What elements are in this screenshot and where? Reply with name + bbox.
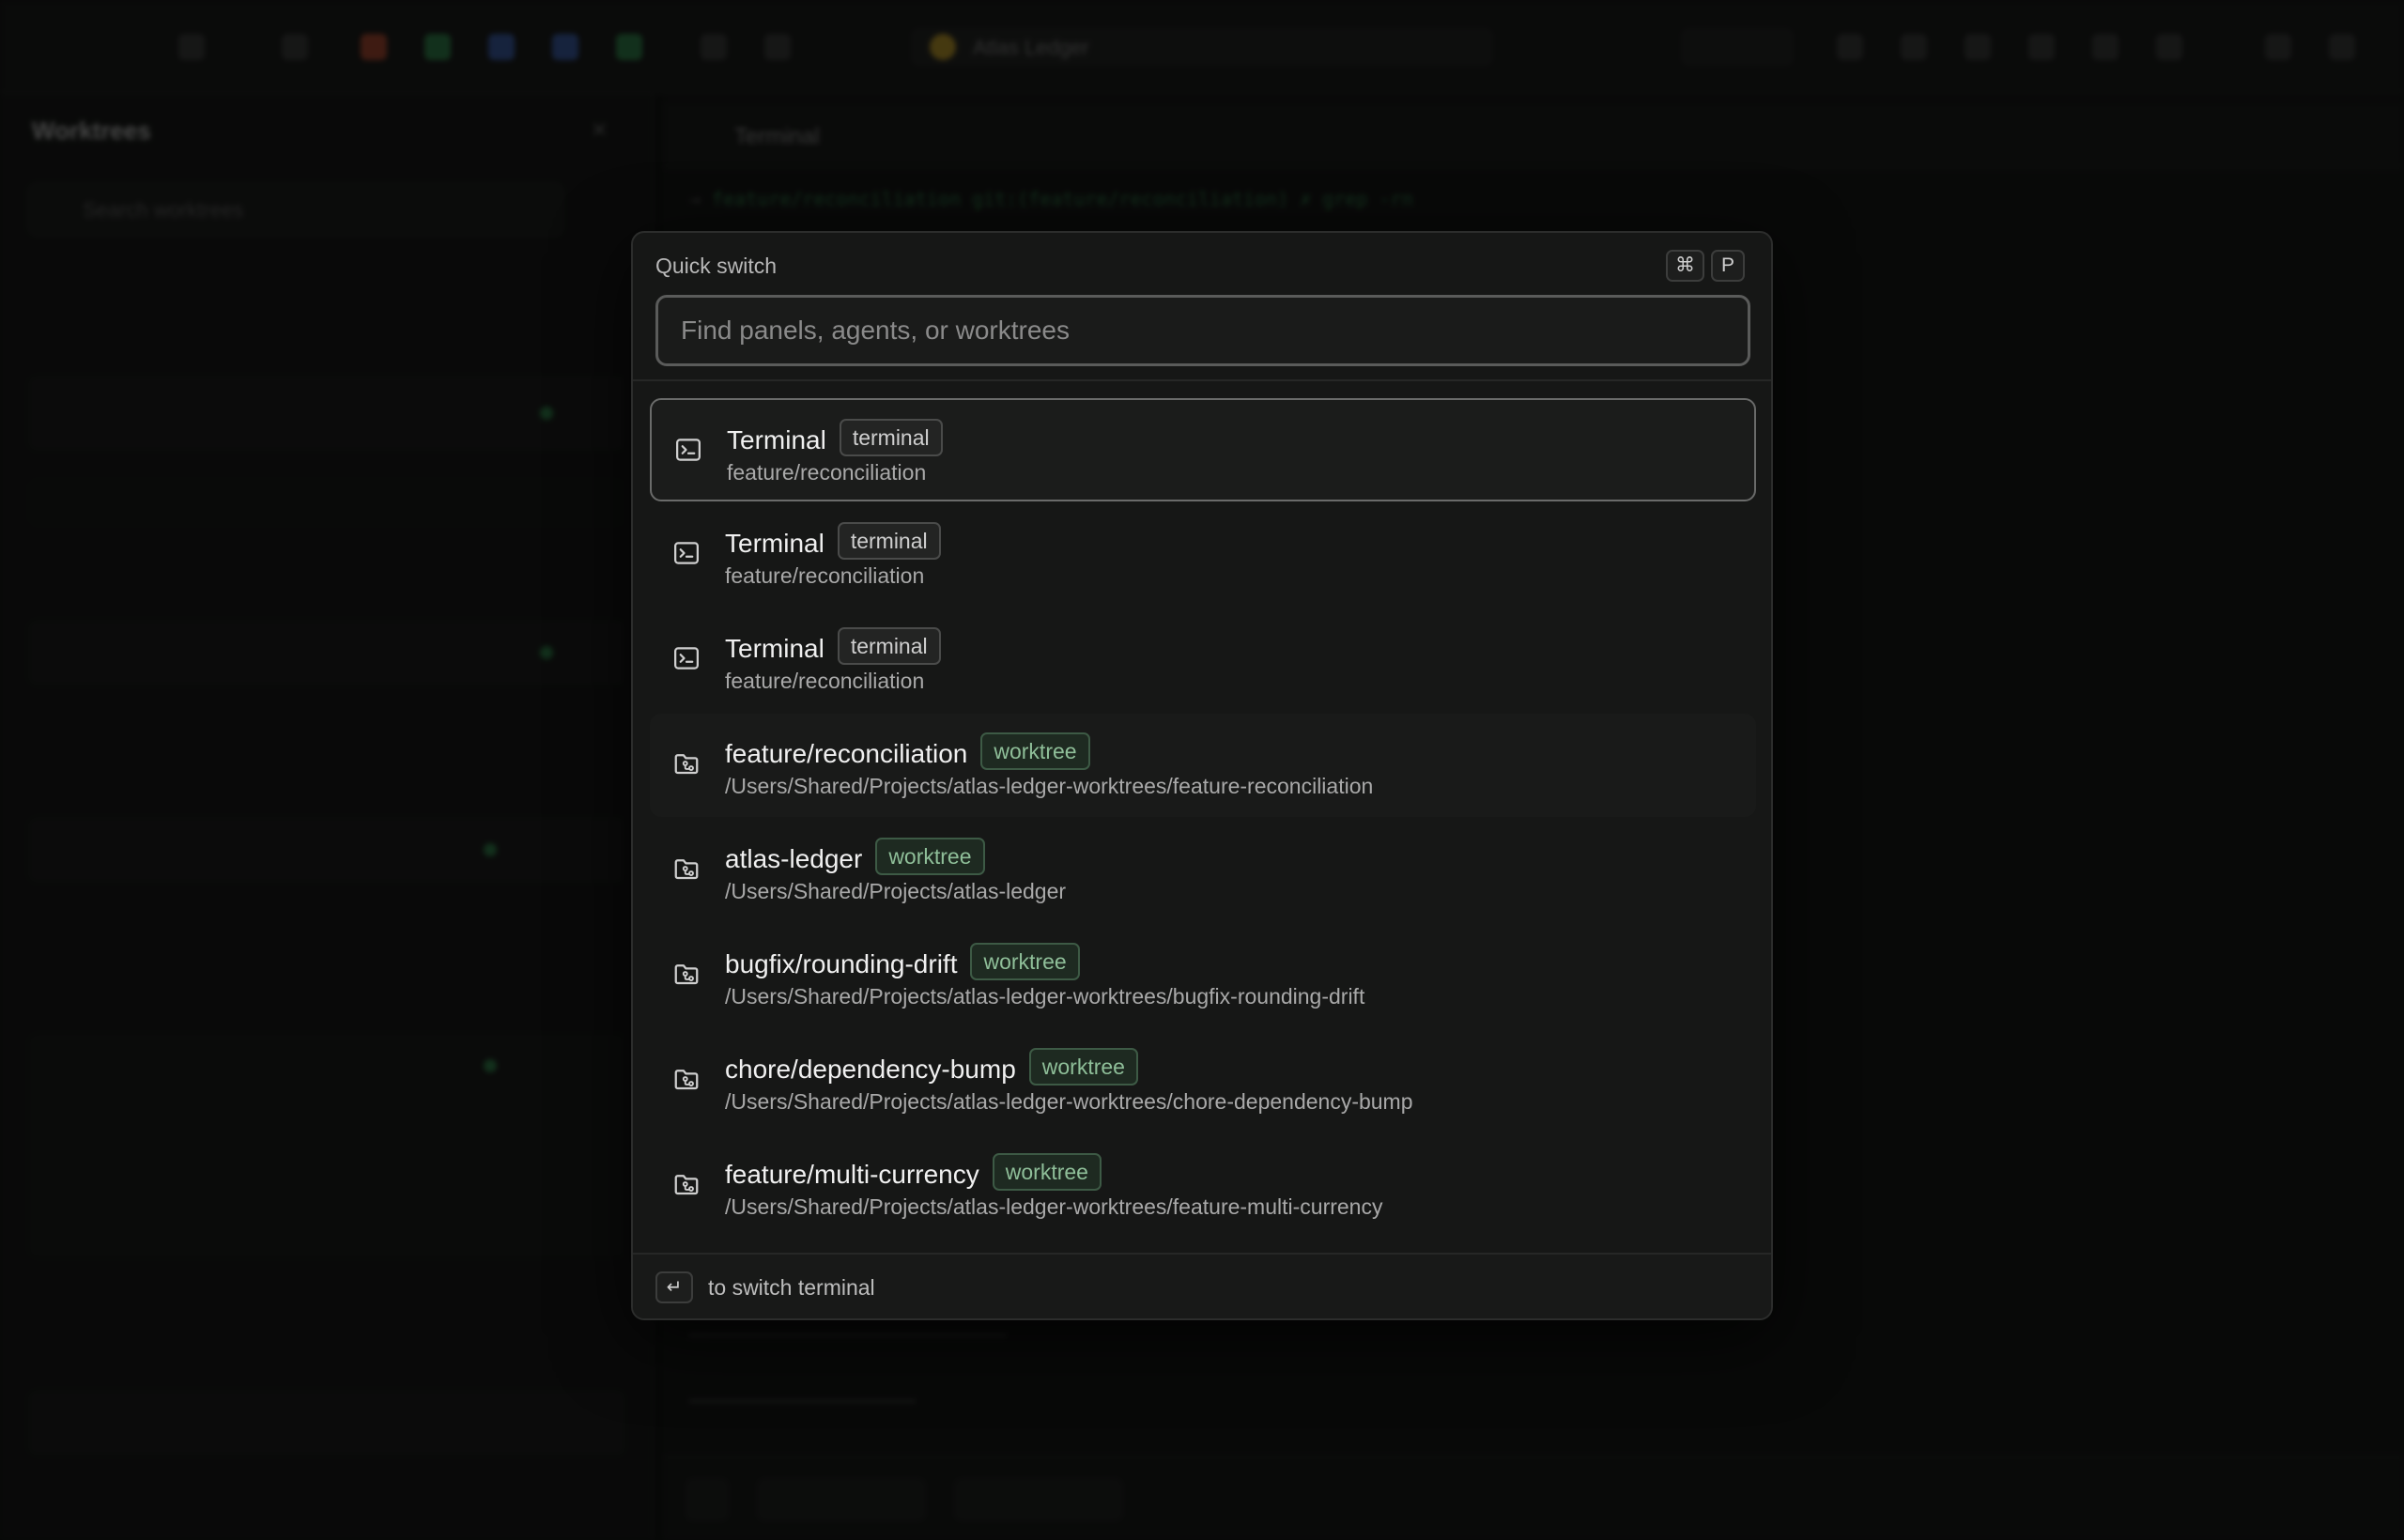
command-key-icon: ⌘: [1666, 250, 1704, 282]
type-badge: terminal: [837, 522, 941, 560]
terminal-icon: [674, 542, 699, 564]
result-subtitle: /Users/Shared/Projects/atlas-ledger: [725, 879, 1067, 903]
dialog-title: Quick switch: [655, 254, 778, 278]
folder-git-icon: [674, 964, 699, 985]
result-title: feature/reconciliation worktree: [725, 732, 1090, 770]
result-item-worktree[interactable]: chore/dependency-bump worktree /Users/Sha…: [650, 1029, 1756, 1132]
result-item-terminal[interactable]: Terminal terminal feature/reconciliation: [650, 608, 1756, 712]
result-title: atlas-ledger worktree: [725, 838, 985, 875]
quick-switch-dialog: Quick switch ⌘ P Terminalterminal featur…: [631, 231, 1773, 1320]
result-title: chore/dependency-bump worktree: [725, 1048, 1138, 1086]
type-badge: worktree: [875, 838, 985, 875]
p-key-hint: P: [1711, 250, 1745, 282]
result-item-terminal[interactable]: Terminal terminal feature/reconciliation: [650, 503, 1756, 607]
type-badge: worktree: [992, 1153, 1102, 1191]
result-subtitle: feature/reconciliation: [725, 669, 925, 693]
result-subtitle: /Users/Shared/Projects/atlas-ledger-work…: [725, 1194, 1383, 1219]
result-title: Terminal terminal: [725, 627, 941, 665]
result-subtitle: /Users/Shared/Projects/atlas-ledger-work…: [725, 984, 1365, 1009]
folder-git-icon: [674, 1070, 699, 1090]
type-badge: terminal: [839, 419, 943, 456]
result-subtitle: feature/reconciliation: [725, 563, 925, 588]
folder-git-icon: [674, 1175, 699, 1195]
type-badge: worktree: [1028, 1048, 1138, 1086]
result-title: Terminal terminal: [727, 419, 943, 456]
folder-git-icon: [674, 754, 699, 775]
result-item-terminal[interactable]: Terminal terminal feature/reconciliation: [650, 398, 1756, 501]
folder-git-icon: [674, 859, 699, 880]
result-subtitle: /Users/Shared/Projects/atlas-ledger-work…: [725, 774, 1374, 798]
terminal-icon: [674, 647, 699, 670]
type-badge: worktree: [970, 943, 1080, 980]
result-subtitle: /Users/Shared/Projects/atlas-ledger-work…: [725, 1089, 1413, 1114]
result-title: feature/multi-currency worktree: [725, 1153, 1102, 1191]
quick-switch-search-input[interactable]: [655, 295, 1750, 366]
result-item-worktree[interactable]: bugfix/rounding-drift worktree /Users/Sha…: [650, 924, 1756, 1027]
quick-switch-header: Quick switch ⌘ P: [633, 233, 1771, 381]
type-badge: terminal: [837, 627, 941, 665]
result-title: bugfix/rounding-drift worktree: [725, 943, 1080, 980]
result-subtitle: feature/reconciliation: [727, 460, 927, 485]
terminal-icon: [676, 439, 701, 461]
result-item-worktree[interactable]: feature/multi-currency worktree /Users/Sh…: [650, 1134, 1756, 1238]
quick-switch-footer: ↵ to switch terminal: [633, 1253, 1771, 1318]
type-badge: worktree: [980, 732, 1090, 770]
result-item-worktree[interactable]: feature/reconciliation worktree /Users/Sh…: [650, 714, 1756, 817]
enter-key-icon: ↵: [655, 1271, 693, 1303]
footer-hint: to switch terminal: [708, 1275, 875, 1300]
result-title: Terminal terminal: [725, 522, 941, 560]
result-item-worktree[interactable]: atlas-ledger worktree /Users/Shared/Proje…: [650, 819, 1756, 922]
